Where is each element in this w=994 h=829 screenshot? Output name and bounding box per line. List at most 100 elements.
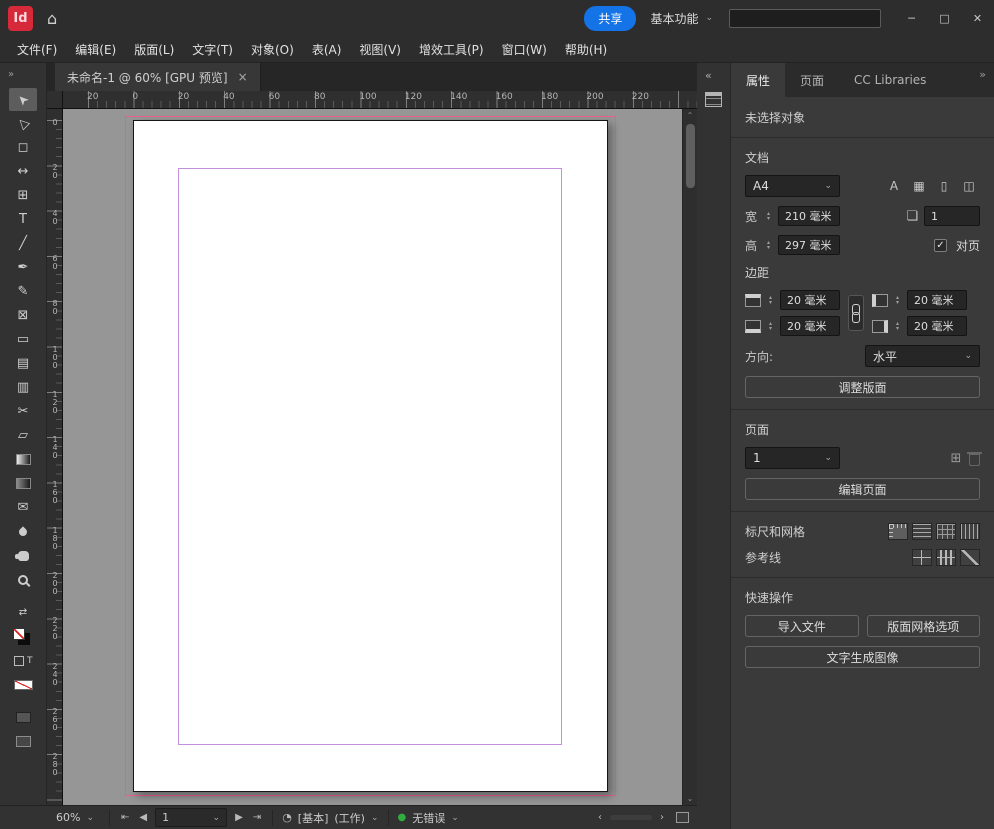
- menu-item-文字(T)[interactable]: 文字(T): [183, 41, 242, 58]
- rectangle-frame-tool[interactable]: ⊠: [9, 304, 37, 327]
- scroll-right-icon[interactable]: ›: [658, 812, 666, 823]
- orientation-select[interactable]: 水平 ⌄: [865, 345, 980, 367]
- spin-down-icon[interactable]: ▾: [896, 300, 899, 306]
- page-size-select[interactable]: A4 ⌄: [745, 175, 840, 197]
- zoom-level-select[interactable]: 60% ⌄: [50, 809, 100, 826]
- panel-tab-页面[interactable]: 页面: [785, 63, 839, 97]
- pages-count-input[interactable]: 1: [924, 206, 980, 226]
- menu-item-表(A)[interactable]: 表(A): [303, 41, 351, 58]
- panel-tab-属性[interactable]: 属性: [731, 63, 786, 97]
- facing-pages-checkbox[interactable]: ✓: [933, 238, 947, 252]
- vertical-ruler[interactable]: 0 2 0 4 0 6 0 8 0 1 0 0 1 2 0 1 4 0 1 6 0 1 8 0 2 …: [47, 109, 63, 805]
- chevron-down-icon[interactable]: ⌄: [451, 813, 459, 823]
- margin-top-input[interactable]: 20 毫米: [780, 290, 840, 310]
- menu-item-对象(O)[interactable]: 对象(O): [242, 41, 303, 58]
- menu-item-窗口(W)[interactable]: 窗口(W): [493, 41, 556, 58]
- panel-tab-CC Libraries[interactable]: CC Libraries: [839, 63, 941, 97]
- selection-tool[interactable]: ➤: [9, 88, 37, 111]
- page-number-select[interactable]: 1 ⌄: [155, 808, 228, 827]
- scissors-tool[interactable]: ✂: [9, 400, 37, 423]
- margin-outside-stepper[interactable]: ▴ ▾: [892, 321, 903, 332]
- import-file-button[interactable]: 导入文件: [745, 615, 859, 637]
- scroll-left-icon[interactable]: ‹: [596, 812, 604, 823]
- maximize-button[interactable]: □: [928, 0, 961, 36]
- document-grid-icon[interactable]: [936, 523, 956, 540]
- split-layout-icon[interactable]: [676, 812, 689, 823]
- zoom-tool[interactable]: [9, 568, 37, 591]
- pencil-tool[interactable]: ✎: [9, 280, 37, 303]
- scroll-up-icon[interactable]: ⌃: [687, 109, 694, 122]
- spin-down-icon[interactable]: ▾: [896, 326, 899, 332]
- create-guides-icon[interactable]: [912, 549, 932, 566]
- hand-tool[interactable]: [9, 544, 37, 567]
- vertical-scrollbar-thumb[interactable]: [685, 124, 695, 188]
- margin-top-stepper[interactable]: ▴ ▾: [765, 295, 776, 306]
- gradient-feather-tool[interactable]: [9, 472, 37, 495]
- adjust-layout-button[interactable]: 调整版面: [745, 376, 980, 398]
- normal-view-icon[interactable]: [9, 706, 37, 729]
- next-page-button[interactable]: ▶: [233, 812, 245, 823]
- horizontal-grid-tool[interactable]: ▤: [9, 352, 37, 375]
- spin-down-icon[interactable]: ▾: [767, 245, 770, 251]
- preflight-profile[interactable]: [基本]: [298, 810, 329, 826]
- width-input[interactable]: 210 毫米: [778, 206, 841, 226]
- toolbar-expand-icon[interactable]: »: [0, 63, 22, 88]
- horizontal-scrollbar[interactable]: [610, 815, 652, 820]
- formatting-affects-icon[interactable]: [9, 649, 37, 672]
- free-transform-tool[interactable]: ▱: [9, 424, 37, 447]
- menu-item-文件(F)[interactable]: 文件(F): [8, 41, 66, 58]
- document-canvas[interactable]: [63, 109, 682, 805]
- height-input[interactable]: 297 毫米: [778, 235, 841, 255]
- panel-menu-icon[interactable]: »: [979, 68, 986, 81]
- height-stepper[interactable]: ▴ ▾: [763, 240, 774, 251]
- spin-down-icon[interactable]: ▾: [767, 216, 770, 222]
- type-tool[interactable]: T: [9, 208, 37, 231]
- edit-pages-button[interactable]: 编辑页面: [745, 478, 980, 500]
- swap-fill-stroke-icon[interactable]: ⇄: [9, 601, 37, 624]
- margin-bottom-stepper[interactable]: ▴ ▾: [765, 321, 776, 332]
- screen-mode-icon[interactable]: [9, 730, 37, 753]
- home-icon[interactable]: ⌂: [47, 9, 57, 28]
- menu-item-版面(L)[interactable]: 版面(L): [125, 41, 183, 58]
- spin-down-icon[interactable]: ▾: [769, 326, 772, 332]
- link-margins-icon[interactable]: [848, 295, 864, 331]
- workspace-switcher[interactable]: 基本功能 ⌄: [650, 10, 713, 27]
- menu-item-编辑(E)[interactable]: 编辑(E): [66, 41, 125, 58]
- margins-columns-icon[interactable]: ▯: [933, 176, 955, 196]
- text-to-image-button[interactable]: 文字生成图像: [745, 646, 980, 668]
- vertical-grid-icon[interactable]: [960, 523, 980, 540]
- ruler-origin-corner[interactable]: [47, 91, 63, 109]
- delete-page-icon[interactable]: [967, 451, 982, 466]
- horizontal-ruler[interactable]: 20 0 20 40 60 80 100 120 140 160 180 200 220: [63, 91, 697, 109]
- minimize-button[interactable]: ─: [895, 0, 928, 36]
- baseline-grid-icon[interactable]: [912, 523, 932, 540]
- eyedropper-tool[interactable]: [9, 520, 37, 543]
- vertical-scrollbar[interactable]: ⌃ ⌄: [682, 109, 697, 805]
- margin-bottom-input[interactable]: 20 毫米: [780, 316, 840, 336]
- preflight-errors-label[interactable]: 无错误: [412, 810, 445, 826]
- close-button[interactable]: ✕: [961, 0, 994, 36]
- last-page-button[interactable]: ⇥: [251, 812, 263, 823]
- spin-down-icon[interactable]: ▾: [769, 300, 772, 306]
- guide-options-icon[interactable]: [960, 549, 980, 566]
- layout-grid-options-button[interactable]: 版面网格选项: [866, 615, 980, 637]
- bleed-slug-icon[interactable]: ◫: [958, 176, 980, 196]
- direct-selection-tool[interactable]: ▷: [9, 112, 37, 135]
- menu-item-视图(V)[interactable]: 视图(V): [350, 41, 410, 58]
- frame-grid-options-icon[interactable]: [888, 523, 908, 540]
- layout-grid-icon[interactable]: ▦: [908, 176, 930, 196]
- margin-inside-input[interactable]: 20 毫米: [907, 290, 967, 310]
- gradient-swatch-tool[interactable]: [9, 448, 37, 471]
- margin-inside-stepper[interactable]: ▴ ▾: [892, 295, 903, 306]
- prev-page-button[interactable]: ◀: [137, 812, 149, 823]
- current-page-select[interactable]: 1 ⌄: [745, 447, 840, 469]
- gap-tool[interactable]: ↔: [9, 160, 37, 183]
- share-button[interactable]: 共享: [584, 5, 637, 31]
- note-tool[interactable]: ✉: [9, 496, 37, 519]
- rectangle-tool[interactable]: ▭: [9, 328, 37, 351]
- add-page-icon[interactable]: ⊞: [947, 451, 965, 466]
- menu-item-帮助(H)[interactable]: 帮助(H): [556, 41, 616, 58]
- fill-stroke-swatches[interactable]: [9, 625, 37, 648]
- apply-none-swatch[interactable]: [9, 673, 37, 696]
- document-setup-icon[interactable]: A: [883, 176, 905, 196]
